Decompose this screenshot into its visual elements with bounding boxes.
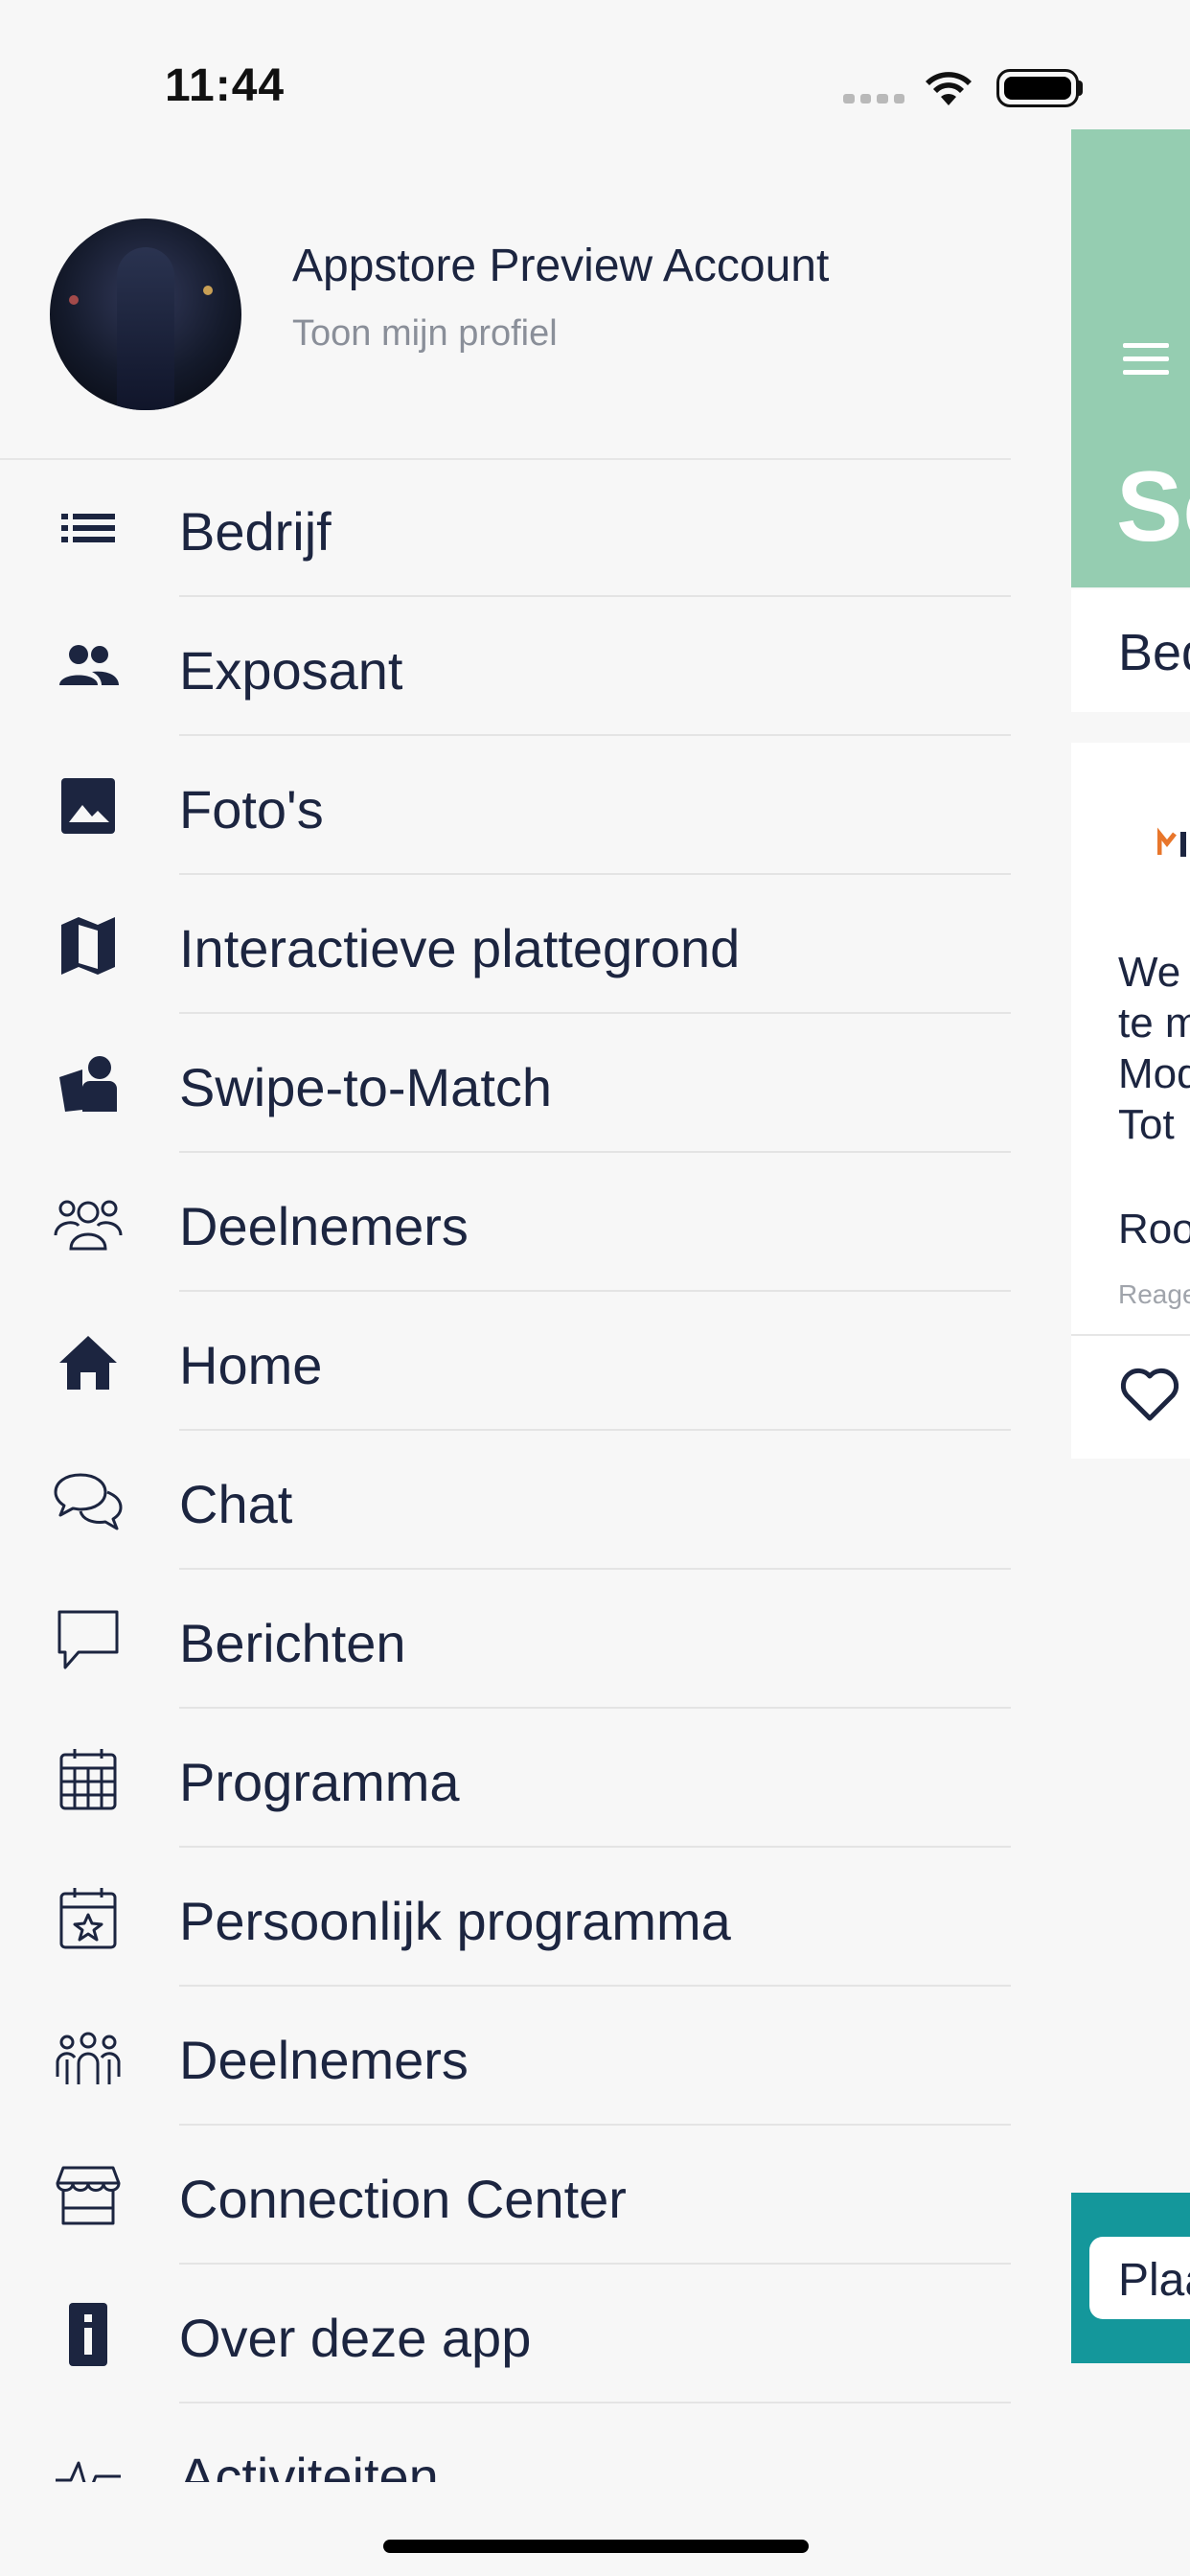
menu-item-label: Programma	[179, 1752, 460, 1812]
menu-item-label: Berichten	[179, 1613, 406, 1673]
info-icon	[50, 2303, 126, 2366]
heart-icon[interactable]	[1119, 1367, 1180, 1422]
menu-item-label: Interactieve plattegrond	[179, 918, 741, 978]
app-title: Sc	[1116, 451, 1190, 563]
menu-item-programma[interactable]: Programma	[0, 1709, 1011, 1848]
message-icon	[50, 1608, 126, 1671]
app-subbar-text: Bed	[1118, 624, 1190, 681]
navigation-drawer: Appstore Preview Account Toon mijn profi…	[0, 144, 1011, 2482]
menu-item-connection-center[interactable]: Connection Center	[0, 2126, 1011, 2265]
menu-item-label: Deelnemers	[179, 2030, 469, 2090]
menu-list: Bedrijf Exposant Foto's Interactieve pla…	[0, 458, 1011, 2482]
people-icon	[50, 635, 126, 699]
map-icon	[50, 913, 126, 977]
post-text: We te m Mod Tot	[1118, 947, 1190, 1150]
background-app-text-clip: Sc Bed We te m Mod Tot Roo Reage Plaa	[1071, 0, 1190, 2576]
menu-item-berichten[interactable]: Berichten	[0, 1570, 1011, 1709]
card-divider	[1071, 1334, 1190, 1336]
menu-item-bedrijf[interactable]: Bedrijf	[0, 458, 1011, 597]
menu-item-label: Bedrijf	[179, 501, 332, 562]
profile-name: Appstore Preview Account	[292, 241, 830, 291]
menu-item-home[interactable]: Home	[0, 1292, 1011, 1431]
menu-item-label: Exposant	[179, 640, 403, 701]
chat-bubbles-icon	[50, 1469, 126, 1532]
post-author: Roo	[1118, 1206, 1190, 1253]
menu-item-plattegrond[interactable]: Interactieve plattegrond	[0, 875, 1011, 1014]
home-indicator[interactable]	[383, 2540, 809, 2553]
list-icon	[50, 496, 126, 560]
group-icon	[50, 1191, 126, 1254]
activity-icon	[50, 2442, 126, 2482]
image-icon	[50, 774, 126, 838]
menu-item-persoonlijk-programma[interactable]: Persoonlijk programma	[0, 1848, 1011, 1987]
post-text-line: te m	[1118, 1000, 1190, 1046]
menu-item-label: Swipe-to-Match	[179, 1057, 553, 1117]
menu-item-label: Persoonlijk programma	[179, 1891, 731, 1951]
menu-item-deelnemers-2[interactable]: Deelnemers	[0, 1987, 1011, 2126]
menu-item-activiteiten[interactable]: Activiteiten	[0, 2404, 1011, 2482]
post-button-label: Plaa	[1118, 2255, 1190, 2306]
menu-item-label: Over deze app	[179, 2308, 532, 2368]
menu-item-exposant[interactable]: Exposant	[0, 597, 1011, 736]
menu-item-over-deze-app[interactable]: Over deze app	[0, 2265, 1011, 2404]
attendees-icon	[50, 2025, 126, 2088]
menu-item-label: Activiteiten	[179, 2447, 439, 2482]
calendar-icon	[50, 1747, 126, 1810]
post-text-line: We	[1118, 949, 1181, 996]
menu-item-label: Connection Center	[179, 2169, 627, 2229]
swipe-match-icon	[50, 1052, 126, 1116]
menu-item-label: Home	[179, 1335, 323, 1395]
home-icon	[50, 1330, 126, 1393]
menu-item-deelnemers[interactable]: Deelnemers	[0, 1153, 1011, 1292]
post-text-line: Tot	[1118, 1101, 1175, 1148]
menu-item-label: Deelnemers	[179, 1196, 469, 1256]
wifi-icon	[926, 72, 972, 105]
post-text-line: Mod	[1118, 1050, 1190, 1097]
store-icon	[50, 2164, 126, 2227]
calendar-star-icon	[50, 1886, 126, 1949]
avatar[interactable]	[50, 218, 241, 410]
status-time: 11:44	[165, 60, 286, 111]
menu-item-swipe-to-match[interactable]: Swipe-to-Match	[0, 1014, 1011, 1153]
company-logo-icon	[1157, 827, 1186, 857]
menu-item-label: Chat	[179, 1474, 293, 1534]
battery-icon	[996, 69, 1079, 107]
signal-dots-icon	[843, 94, 904, 104]
profile-link[interactable]: Toon mijn profiel	[292, 313, 558, 355]
menu-item-fotos[interactable]: Foto's	[0, 736, 1011, 875]
menu-item-label: Foto's	[179, 779, 324, 840]
post-meta: Reage	[1118, 1279, 1190, 1309]
menu-item-chat[interactable]: Chat	[0, 1431, 1011, 1570]
profile-header[interactable]: Appstore Preview Account Toon mijn profi…	[0, 144, 1011, 460]
